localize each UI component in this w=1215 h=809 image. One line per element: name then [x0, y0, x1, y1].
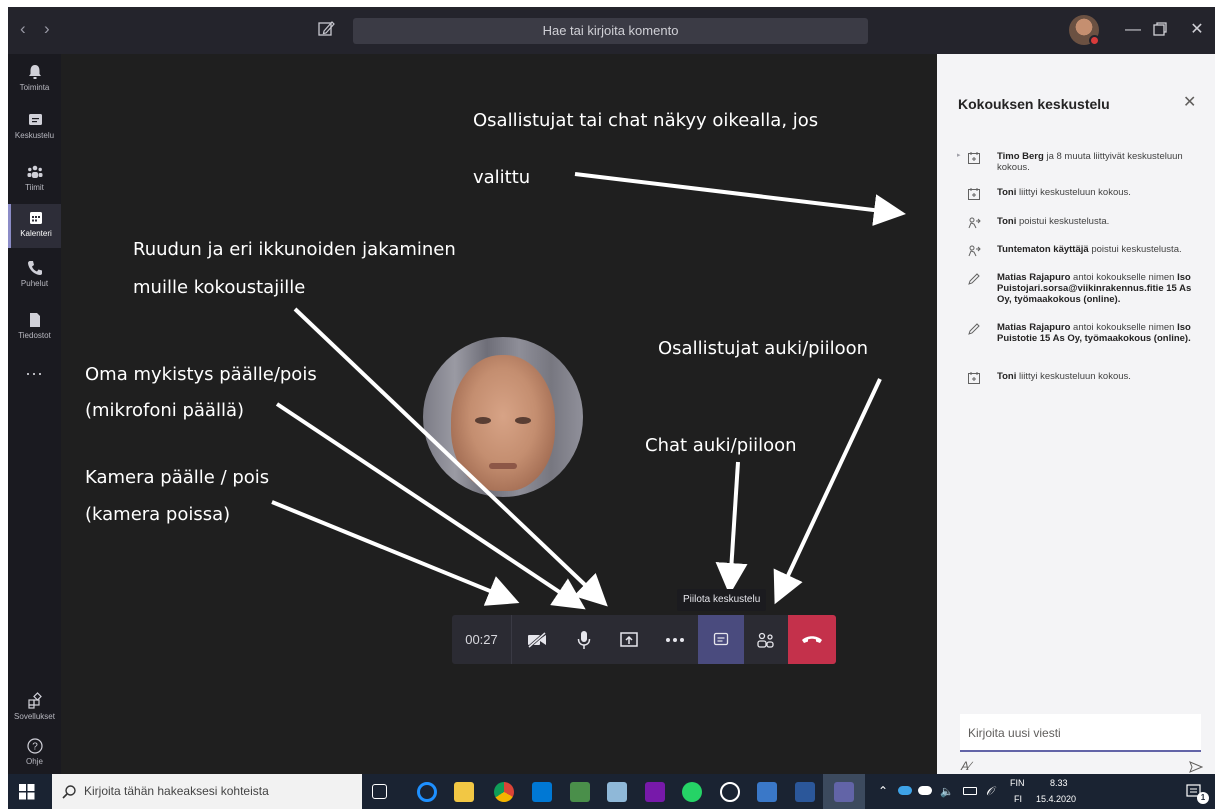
- app-icon[interactable]: [720, 782, 740, 802]
- arrow-to-camera: [271, 500, 520, 606]
- calendar-join-icon: [968, 188, 980, 200]
- windows-taskbar: Kirjoita tähän hakeaksesi kohteista ⌃ 🔈 …: [8, 774, 1215, 809]
- whatsapp-icon[interactable]: [682, 782, 702, 802]
- calendar-join-icon: [968, 372, 980, 384]
- list-item: Toni poistui keskustelusta.: [967, 216, 1207, 229]
- person-leave-icon: [968, 217, 981, 229]
- volume-icon[interactable]: 🔈: [940, 785, 954, 798]
- file-explorer-icon[interactable]: [454, 782, 474, 802]
- tray-chevron-icon[interactable]: ⌃: [878, 784, 888, 798]
- share-screen-icon: [620, 631, 638, 647]
- mail-icon[interactable]: [532, 782, 552, 802]
- list-item: Toni liittyi keskusteluun kokous.: [967, 371, 1207, 384]
- arrow-to-panel: [574, 172, 906, 227]
- onenote-icon[interactable]: [645, 782, 665, 802]
- call-timer: 00:27: [452, 615, 512, 664]
- event-text: poistui keskustelusta.: [1016, 216, 1110, 227]
- clock-date[interactable]: 15.4.2020: [1036, 794, 1076, 804]
- arrow-to-chat: [715, 461, 748, 595]
- event-text: liittyi keskusteluun kokous.: [1016, 371, 1131, 382]
- chat-bubble-icon: [713, 632, 729, 645]
- send-icon[interactable]: [1189, 761, 1203, 773]
- taskbar-search-input[interactable]: Kirjoita tähän hakeaksesi kohteista: [52, 774, 362, 809]
- event-text: antoi kokoukselle nimen: [1070, 272, 1178, 283]
- list-item: Timo Berg ja 8 muuta liittyivät keskuste…: [967, 151, 1207, 173]
- search-icon: [62, 785, 76, 799]
- format-text-icon[interactable]: A∕: [961, 759, 971, 773]
- app-icon[interactable]: [607, 782, 627, 802]
- calendar-join-icon: [968, 152, 980, 164]
- list-item: Toni liittyi keskusteluun kokous.: [967, 187, 1207, 200]
- tooltip: Piilota keskustelu: [677, 589, 767, 611]
- list-item: Matias Rajapuro antoi kokoukselle nimen …: [967, 272, 1207, 305]
- list-item: Tuntematon käyttäjä poistui keskustelust…: [967, 244, 1207, 257]
- hang-up-icon: [802, 635, 822, 643]
- chrome-icon[interactable]: [494, 782, 514, 802]
- word-icon[interactable]: [795, 782, 815, 802]
- microphone-icon: [577, 630, 591, 649]
- participants-toggle-button[interactable]: [743, 615, 789, 664]
- excel-icon[interactable]: [570, 782, 590, 802]
- teams-icon: [834, 782, 854, 802]
- event-author: Matias Rajapuro: [997, 272, 1071, 283]
- notification-count-badge: 1: [1197, 792, 1209, 804]
- task-view-icon[interactable]: [372, 784, 387, 799]
- cloud-icon[interactable]: [918, 786, 932, 795]
- arrow-to-share: [293, 307, 608, 607]
- teams-window: ‹ › Hae tai kirjoita komento — ✕ Toimint…: [8, 7, 1215, 809]
- call-controls: 00:27: [452, 615, 836, 664]
- meeting-chat-panel: Kokouksen keskustelu ✕ ▸ Timo Berg ja 8 …: [937, 54, 1215, 774]
- chat-toggle-button[interactable]: [698, 615, 744, 664]
- participants-icon: [757, 632, 774, 648]
- battery-icon[interactable]: [963, 787, 977, 795]
- language-indicator[interactable]: FIN: [1010, 778, 1025, 788]
- camera-off-icon: [528, 631, 546, 648]
- camera-toggle-button[interactable]: [514, 615, 560, 664]
- panel-title: Kokouksen keskustelu: [958, 96, 1110, 112]
- pencil-icon: [968, 273, 980, 285]
- event-author: Toni: [997, 187, 1017, 198]
- windows-start-icon[interactable]: [19, 784, 35, 800]
- arrow-to-participants: [773, 378, 882, 605]
- teams-taskbar-button[interactable]: [823, 774, 865, 809]
- event-author: Timo Berg: [997, 151, 1044, 162]
- clock-time[interactable]: 8.33: [1050, 778, 1068, 788]
- event-text: poistui keskustelusta.: [1088, 244, 1182, 255]
- event-author: Tuntematon käyttäjä: [997, 244, 1089, 255]
- edge-icon[interactable]: [417, 782, 437, 802]
- mute-toggle-button[interactable]: [561, 615, 607, 664]
- event-author: Toni: [997, 216, 1017, 227]
- list-item: Matias Rajapuro antoi kokoukselle nimen …: [967, 322, 1207, 344]
- hang-up-button[interactable]: [788, 615, 836, 664]
- event-author: Matias Rajapuro: [997, 322, 1071, 333]
- more-dots-icon: [666, 637, 684, 642]
- onedrive-icon[interactable]: [898, 786, 912, 795]
- event-author: Toni: [997, 371, 1017, 382]
- event-text: antoi kokoukselle nimen: [1070, 322, 1178, 333]
- pencil-icon: [968, 323, 980, 335]
- close-panel-icon[interactable]: ✕: [1183, 92, 1196, 112]
- language-region[interactable]: FI: [1014, 794, 1022, 804]
- pen-icon[interactable]: 𝒪: [986, 784, 994, 799]
- expand-caret-icon[interactable]: ▸: [957, 151, 961, 159]
- share-screen-button[interactable]: [606, 615, 652, 664]
- more-actions-button[interactable]: [652, 615, 698, 664]
- event-text: liittyi keskusteluun kokous.: [1016, 187, 1131, 198]
- person-leave-icon: [968, 245, 981, 257]
- app-icon[interactable]: [757, 782, 777, 802]
- new-message-input[interactable]: Kirjoita uusi viesti: [960, 714, 1201, 752]
